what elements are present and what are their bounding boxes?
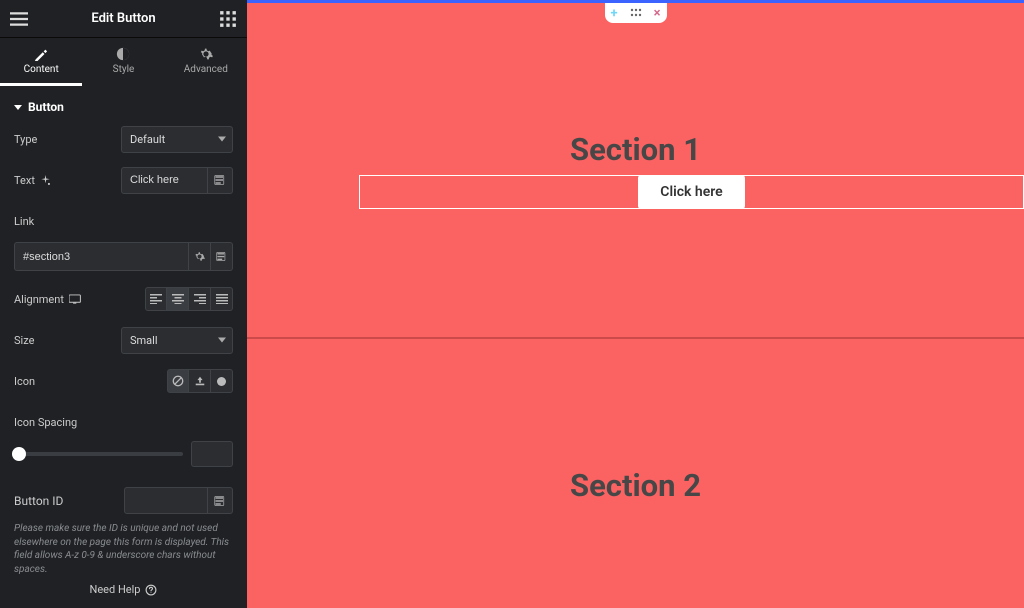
text-input[interactable] [121, 167, 208, 194]
align-right[interactable] [189, 287, 211, 311]
editor-sidebar: Edit Button Content Style Advanced Butto… [0, 0, 247, 608]
button-widget-outline[interactable]: Click here [359, 175, 1024, 209]
row-button-id: Button ID [14, 487, 233, 514]
label-icon: Icon [14, 375, 35, 388]
ai-sparkle-icon [40, 175, 51, 186]
row-icon-spacing [14, 439, 233, 469]
row-alignment: Alignment [14, 284, 233, 314]
tab-style[interactable]: Style [82, 38, 164, 86]
row-size: Size Small [14, 325, 233, 355]
align-justify[interactable] [211, 287, 233, 311]
slider-track[interactable] [14, 452, 183, 456]
button-id-input[interactable] [124, 487, 208, 514]
row-type: Type Default [14, 124, 233, 154]
label-size: Size [14, 334, 34, 347]
slider-thumb[interactable] [12, 447, 26, 461]
controls-panel: Button Type Default Text [0, 86, 247, 590]
panel-tabs: Content Style Advanced [0, 38, 247, 86]
type-select[interactable]: Default [121, 126, 233, 153]
need-help-link[interactable]: Need Help [0, 583, 247, 596]
tab-label: Advanced [184, 64, 228, 75]
row-link-label: Link [14, 206, 233, 236]
chevron-down-icon [218, 338, 226, 343]
button-id-help: Please make sure the ID is unique and no… [14, 522, 233, 576]
section-2-title: Section 2 [570, 467, 701, 504]
icon-upload[interactable] [189, 369, 211, 393]
icon-spacing-input[interactable] [191, 441, 233, 467]
size-value: Small [130, 334, 158, 347]
dynamic-tags-button[interactable] [208, 167, 233, 194]
label-icon-spacing: Icon Spacing [14, 416, 233, 429]
apps-icon[interactable] [219, 10, 237, 28]
drag-section-icon[interactable] [630, 8, 642, 18]
close-section-icon[interactable]: × [654, 7, 661, 20]
icon-source-group [167, 369, 233, 393]
canvas-section-2[interactable]: Section 2 [247, 339, 1024, 608]
tab-advanced[interactable]: Advanced [165, 38, 247, 86]
sidebar-header: Edit Button [0, 0, 247, 38]
section-1-title: Section 1 [570, 131, 701, 168]
label-link: Link [14, 215, 233, 228]
row-icon: Icon [14, 366, 233, 396]
label-button-id: Button ID [14, 494, 124, 508]
alignment-group [145, 287, 233, 311]
align-center[interactable] [167, 287, 189, 311]
responsive-icon[interactable] [69, 294, 82, 304]
menu-icon[interactable] [10, 10, 28, 28]
label-type: Type [14, 133, 37, 146]
align-left[interactable] [145, 287, 167, 311]
tab-content[interactable]: Content [0, 38, 82, 86]
link-dynamic-button[interactable] [211, 242, 233, 271]
add-section-icon[interactable]: + [611, 7, 618, 20]
panel-title: Edit Button [28, 11, 219, 26]
tab-label: Content [24, 64, 59, 75]
tab-label: Style [113, 64, 135, 75]
editor-canvas[interactable]: + × Section 1 Click here Section 2 [247, 0, 1024, 608]
preview-button[interactable]: Click here [638, 175, 744, 209]
row-link [14, 242, 233, 271]
label-alignment: Alignment [14, 293, 82, 306]
row-icon-spacing-label: Icon Spacing [14, 407, 233, 437]
canvas-section-1[interactable]: Section 1 Click here [247, 3, 1024, 339]
link-options-button[interactable] [189, 242, 211, 271]
row-text: Text [14, 165, 233, 195]
section-add-bar: + × [605, 3, 667, 23]
size-select[interactable]: Small [121, 327, 233, 354]
chevron-down-icon [218, 137, 226, 142]
button-id-dynamic[interactable] [208, 487, 233, 514]
icon-none[interactable] [167, 369, 189, 393]
help-icon [145, 584, 157, 596]
icon-library[interactable] [211, 369, 233, 393]
type-value: Default [130, 133, 165, 146]
label-text: Text [14, 174, 51, 187]
link-input[interactable] [14, 242, 189, 271]
section-label: Button [28, 100, 64, 114]
section-toggle[interactable]: Button [14, 86, 233, 124]
